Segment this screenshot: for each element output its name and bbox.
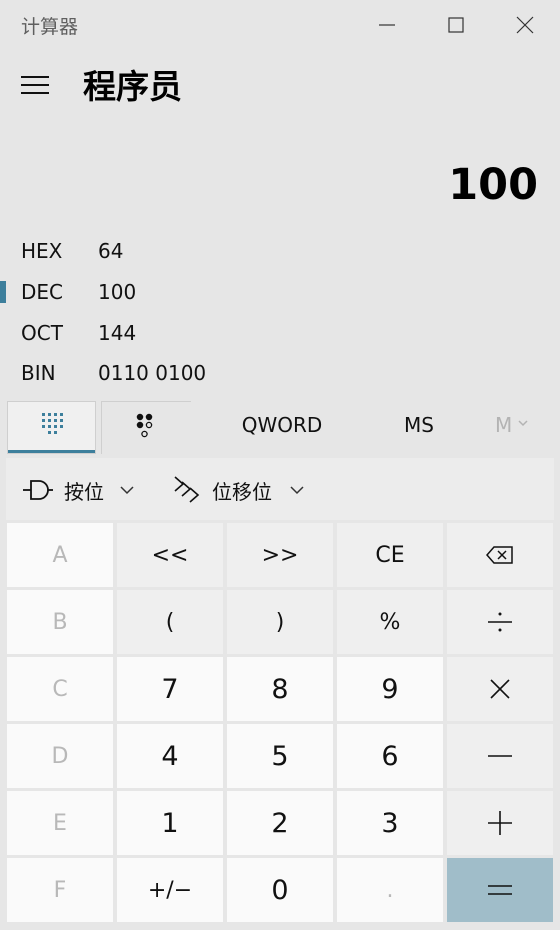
key-subtract[interactable] [447, 724, 553, 788]
key-six[interactable]: 6 [337, 724, 443, 788]
result-display: 100 [448, 160, 538, 210]
radix-label: HEX [21, 239, 63, 263]
radix-label: DEC [21, 280, 64, 304]
key-left-shift[interactable]: << [117, 523, 223, 587]
chevron-down-icon [518, 420, 528, 427]
chevron-down-icon [120, 486, 134, 495]
key-backspace[interactable] [447, 523, 553, 587]
bit-toggle-keypad-icon [136, 413, 153, 438]
key-three[interactable]: 3 [337, 791, 443, 855]
radix-row-bin[interactable]: BIN 0110 0100 [0, 352, 560, 392]
bitshift-label: 位移位 [212, 480, 272, 504]
key-right-shift[interactable]: >> [227, 523, 333, 587]
key-seven[interactable]: 7 [117, 657, 223, 721]
key-nine[interactable]: 9 [337, 657, 443, 721]
key-open-paren[interactable]: ( [117, 590, 223, 654]
full-keypad-icon [42, 413, 63, 434]
memory-store-button[interactable]: MS [388, 413, 450, 443]
hamburger-menu-icon [21, 76, 49, 94]
close-button[interactable] [490, 0, 560, 50]
radix-value: 64 [98, 239, 124, 263]
title-bar: 计算器 [0, 0, 560, 50]
page-title: 程序员 [83, 67, 182, 106]
tab-full-keypad[interactable] [7, 401, 96, 454]
divide-icon [488, 612, 512, 632]
navigation-menu-button[interactable] [12, 62, 58, 108]
tab-bit-toggle[interactable] [101, 401, 191, 454]
logic-gate-icon [23, 480, 53, 500]
radix-label: BIN [21, 361, 56, 385]
radix-row-dec[interactable]: DEC 100 [0, 271, 560, 311]
memory-list-label: M [495, 413, 513, 437]
radix-value: 0110 0100 [98, 361, 207, 385]
minimize-icon [379, 24, 395, 26]
key-multiply[interactable] [447, 657, 553, 721]
key-hex-f[interactable]: F [7, 858, 113, 922]
bitwise-label: 按位 [64, 480, 104, 504]
bit-shift-icon [174, 476, 200, 503]
key-hex-c[interactable]: C [7, 657, 113, 721]
selected-indicator [0, 281, 6, 303]
word-size-button[interactable]: QWORD [226, 413, 338, 443]
maximize-icon [448, 17, 464, 33]
key-hex-d[interactable]: D [7, 724, 113, 788]
key-hex-b[interactable]: B [7, 590, 113, 654]
equals-icon [488, 885, 512, 895]
key-hex-e[interactable]: E [7, 791, 113, 855]
bitwise-toolbar: 按位 位移位 [6, 458, 554, 520]
key-zero[interactable]: 0 [227, 858, 333, 922]
multiply-icon [490, 679, 510, 699]
radix-value: 144 [98, 321, 137, 345]
radix-label: OCT [21, 321, 63, 345]
key-divide[interactable] [447, 590, 553, 654]
plus-icon [488, 811, 512, 835]
key-hex-a[interactable]: A [7, 523, 113, 587]
key-one[interactable]: 1 [117, 791, 223, 855]
backspace-icon [486, 546, 513, 564]
bitshift-dropdown[interactable]: 位移位 [168, 471, 308, 507]
bitwise-dropdown[interactable]: 按位 [16, 471, 144, 507]
key-close-paren[interactable]: ) [227, 590, 333, 654]
key-clear-entry[interactable]: CE [337, 523, 443, 587]
chevron-down-icon [290, 486, 304, 495]
minimize-button[interactable] [352, 0, 422, 50]
key-add[interactable] [447, 791, 553, 855]
key-decimal[interactable]: . [337, 858, 443, 922]
key-two[interactable]: 2 [227, 791, 333, 855]
key-percent[interactable]: % [337, 590, 443, 654]
memory-list-button[interactable]: M [482, 413, 542, 443]
radix-row-hex[interactable]: HEX 64 [0, 230, 560, 270]
app-title: 计算器 [21, 16, 79, 38]
close-icon [516, 16, 534, 34]
key-five[interactable]: 5 [227, 724, 333, 788]
minus-icon [488, 755, 512, 757]
key-eight[interactable]: 8 [227, 657, 333, 721]
maximize-button[interactable] [421, 0, 491, 50]
tab-selected-underline [8, 450, 95, 453]
key-four[interactable]: 4 [117, 724, 223, 788]
radix-row-oct[interactable]: OCT 144 [0, 312, 560, 352]
radix-value: 100 [98, 280, 137, 304]
key-equals[interactable] [447, 858, 553, 922]
key-negate[interactable]: +/− [117, 858, 223, 922]
